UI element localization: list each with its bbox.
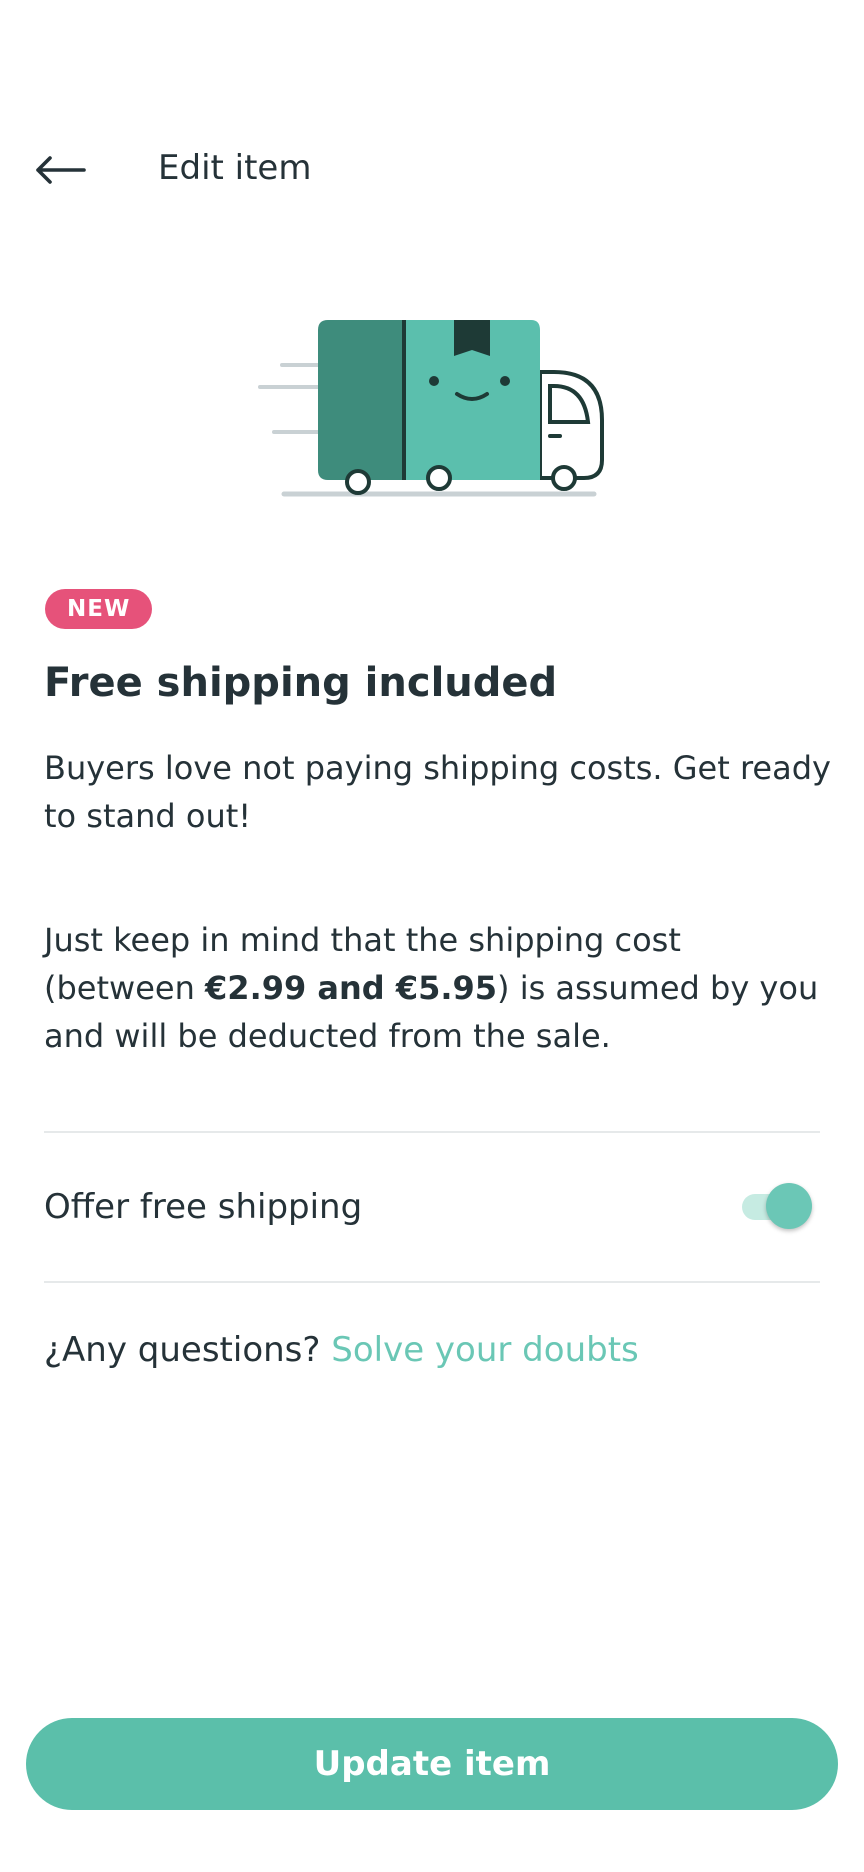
faq-line: ¿Any questions? Solve your doubts bbox=[44, 1326, 639, 1374]
divider bbox=[44, 1281, 820, 1283]
page-title: Edit item bbox=[158, 148, 312, 188]
faq-question: ¿Any questions? bbox=[44, 1330, 321, 1370]
free-shipping-toggle[interactable] bbox=[742, 1183, 812, 1229]
shipping-cost-text: Just keep in mind that the shipping cost… bbox=[44, 916, 834, 1060]
toggle-thumb bbox=[766, 1183, 812, 1229]
section-title: Free shipping included bbox=[44, 660, 558, 706]
arrow-left-icon bbox=[36, 156, 86, 184]
solve-doubts-link[interactable]: Solve your doubts bbox=[331, 1330, 639, 1370]
shipping-cost-range: €2.99 and €5.95 bbox=[205, 969, 498, 1007]
intro-text: Buyers love not paying shipping costs. G… bbox=[44, 749, 831, 835]
back-button[interactable] bbox=[28, 142, 92, 198]
delivery-truck-illustration bbox=[254, 310, 614, 510]
update-item-button[interactable]: Update item bbox=[26, 1718, 838, 1810]
new-badge: NEW bbox=[45, 589, 153, 629]
free-shipping-row: Offer free shipping bbox=[44, 1133, 820, 1281]
free-shipping-label: Offer free shipping bbox=[44, 1187, 363, 1227]
app-header: Edit item bbox=[0, 120, 864, 220]
